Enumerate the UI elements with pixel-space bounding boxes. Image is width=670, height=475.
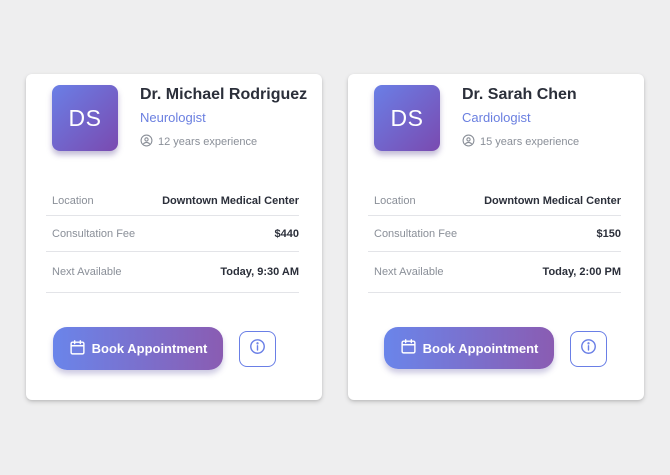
- doctor-specialty: Cardiologist: [462, 110, 531, 125]
- avatar: DS: [374, 85, 440, 151]
- detail-value: Downtown Medical Center: [484, 194, 621, 207]
- doctor-card: DS Dr. Michael Rodriguez Neurologist 12 …: [26, 74, 322, 400]
- doctor-name: Dr. Sarah Chen: [462, 86, 577, 103]
- avatar: DS: [52, 85, 118, 151]
- detail-label: Next Available: [374, 266, 444, 278]
- experience: 15 years experience: [462, 134, 579, 150]
- detail-label: Location: [52, 194, 94, 207]
- book-appointment-label: Book Appointment: [422, 340, 539, 356]
- detail-row-location: Location Downtown Medical Center: [46, 186, 299, 216]
- doctor-name: Dr. Michael Rodriguez: [140, 86, 308, 103]
- detail-label: Consultation Fee: [52, 227, 136, 240]
- detail-row-next-available: Next Available Today, 9:30 AM: [46, 252, 299, 293]
- info-button[interactable]: [570, 331, 607, 367]
- detail-value: Today, 9:30 AM: [220, 266, 299, 278]
- detail-row-location: Location Downtown Medical Center: [368, 186, 621, 216]
- experience: 12 years experience: [140, 134, 257, 150]
- doctor-specialty: Neurologist: [140, 110, 206, 125]
- experience-text: 12 years experience: [158, 136, 258, 148]
- book-appointment-button[interactable]: Book Appointment: [384, 327, 554, 369]
- book-appointment-button[interactable]: Book Appointment: [53, 327, 223, 370]
- info-icon: [249, 338, 266, 360]
- calendar-icon: [400, 338, 417, 358]
- detail-value: Today, 2:00 PM: [542, 266, 621, 278]
- detail-label: Consultation Fee: [374, 227, 458, 240]
- detail-row-fee: Consultation Fee $150: [368, 216, 621, 252]
- detail-label: Location: [374, 194, 416, 207]
- detail-row-fee: Consultation Fee $440: [46, 216, 299, 252]
- user-circle-icon: [462, 134, 475, 150]
- book-appointment-label: Book Appointment: [91, 341, 208, 356]
- detail-value: $440: [274, 227, 299, 240]
- detail-value: Downtown Medical Center: [162, 194, 299, 207]
- info-button[interactable]: [239, 331, 276, 367]
- detail-value: $150: [596, 227, 621, 240]
- doctor-card: DS Dr. Sarah Chen Cardiologist 15 years …: [348, 74, 644, 400]
- user-circle-icon: [140, 134, 153, 150]
- experience-text: 15 years experience: [480, 136, 580, 148]
- detail-label: Next Available: [52, 266, 122, 278]
- calendar-icon: [69, 339, 86, 359]
- info-icon: [580, 338, 597, 360]
- detail-row-next-available: Next Available Today, 2:00 PM: [368, 252, 621, 293]
